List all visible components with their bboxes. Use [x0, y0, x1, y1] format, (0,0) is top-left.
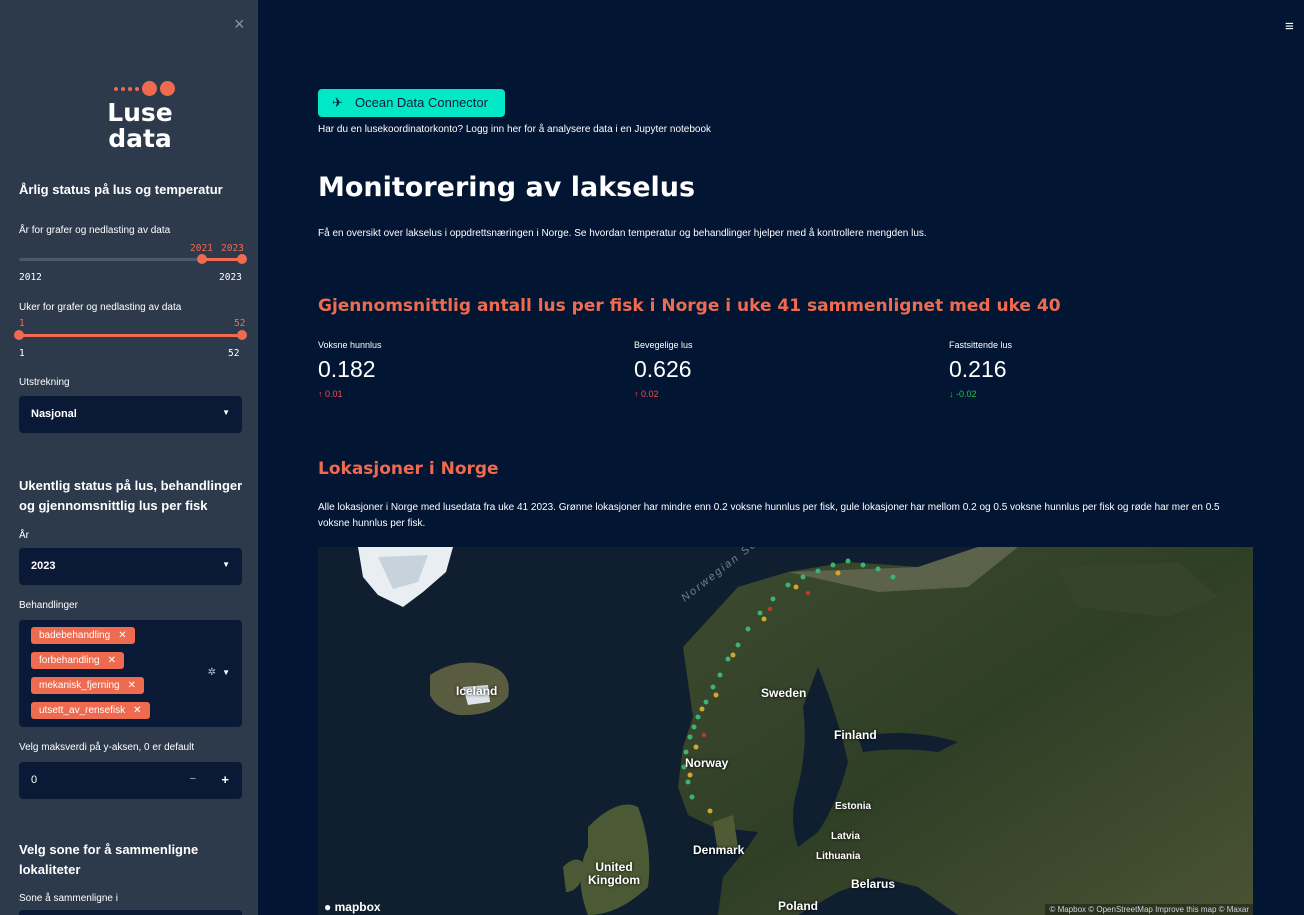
- map-label-sweden: Sweden: [761, 686, 807, 700]
- clear-all-icon[interactable]: ✲: [208, 667, 216, 678]
- zone-select[interactable]: [19, 910, 242, 915]
- map-label-united-kingdom: United Kingdom: [588, 860, 640, 887]
- year-slider-min: 2012: [19, 272, 42, 283]
- metric-delta: ↑ 0.02: [634, 389, 659, 399]
- y-axis-max-value: 0: [31, 774, 38, 786]
- metric-label: Bevegelige lus: [634, 340, 693, 350]
- zone-label: Sone å sammenligne i: [19, 893, 118, 904]
- section-weekly-heading: Ukentlig status på lus, behandlinger og …: [19, 478, 243, 513]
- map-label-estonia: Estonia: [835, 801, 872, 812]
- treatment-tag[interactable]: badebehandling ✕: [31, 627, 135, 644]
- map-attribution[interactable]: © Mapbox © OpenStreetMap Improve this ma…: [1045, 904, 1253, 915]
- satellite-icon: ✈: [332, 95, 343, 110]
- connector-button-label: Ocean Data Connector: [355, 95, 488, 110]
- week-slider-min: 1: [19, 348, 25, 359]
- increment-button[interactable]: +: [221, 772, 229, 787]
- metric-value: 0.182: [318, 356, 376, 382]
- remove-tag-icon[interactable]: ✕: [133, 705, 141, 716]
- chevron-down-icon: ▼: [222, 408, 230, 417]
- chevron-down-icon: ▼: [222, 560, 230, 569]
- ocean-data-connector-button[interactable]: ✈ Ocean Data Connector: [318, 89, 505, 117]
- decrement-button[interactable]: −: [190, 773, 196, 785]
- extent-select-value: Nasjonal: [31, 408, 77, 420]
- extent-select[interactable]: Nasjonal ▼: [19, 396, 242, 433]
- locations-map[interactable]: Norwegian Se Iceland Sweden Finland Norw…: [318, 547, 1253, 915]
- section-annual-heading: Årlig status på lus og temperatur: [19, 182, 223, 197]
- treatments-label: Behandlinger: [19, 600, 78, 611]
- mapbox-logo[interactable]: ● mapbox: [324, 900, 381, 914]
- week-slider-label: Uker for grafer og nedlasting av data: [19, 302, 182, 313]
- year-select[interactable]: 2023 ▼: [19, 548, 242, 585]
- year-slider-value-low: 2021: [190, 243, 213, 254]
- year-slider-handle-high[interactable]: [237, 254, 247, 264]
- map-label-latvia: Latvia: [831, 831, 860, 842]
- metric-adult-female: Voksne hunnlus 0.182 ↑ 0.01: [318, 340, 518, 399]
- logo-line1: Luse: [107, 98, 173, 127]
- metric-value: 0.626: [634, 356, 692, 382]
- year-slider-handle-low[interactable]: [197, 254, 207, 264]
- map-label-denmark: Denmark: [693, 843, 745, 857]
- year-slider-value-high: 2023: [221, 243, 244, 254]
- map-label-finland: Finland: [834, 728, 877, 742]
- metric-label: Fastsittende lus: [949, 340, 1013, 350]
- week-slider-handle-high[interactable]: [237, 330, 247, 340]
- week-slider-value-high: 52: [234, 318, 246, 329]
- week-slider-fill[interactable]: [19, 334, 242, 337]
- year-select-label: År: [19, 530, 29, 541]
- remove-tag-icon[interactable]: ✕: [108, 655, 116, 666]
- section-zone-heading: Velg sone for å sammenligne lokaliteter: [19, 842, 199, 877]
- login-text[interactable]: Har du en lusekoordinatorkonto? Logg inn…: [318, 124, 711, 135]
- locations-description: Alle lokasjoner i Norge med lusedata fra…: [318, 502, 1220, 529]
- extent-label: Utstrekning: [19, 377, 70, 388]
- locations-heading: Lokasjoner i Norge: [318, 459, 499, 479]
- map-terrain: [318, 547, 1253, 915]
- map-label-lithuania: Lithuania: [816, 851, 861, 862]
- metric-mobile: Bevegelige lus 0.626 ↑ 0.02: [634, 340, 834, 399]
- year-slider-label: År for grafer og nedlasting av data: [19, 225, 171, 236]
- logo-line2: data: [108, 124, 172, 153]
- remove-tag-icon[interactable]: ✕: [128, 680, 136, 691]
- avg-lice-heading: Gjennomsnittlig antall lus per fisk i No…: [318, 296, 1061, 316]
- treatments-multiselect[interactable]: badebehandling ✕ forbehandling ✕ mekanisk_…: [19, 620, 242, 727]
- intro-text: Få en oversikt over lakselus i oppdretts…: [318, 228, 927, 239]
- chevron-down-icon: ▼: [222, 668, 230, 677]
- metric-value: 0.216: [949, 356, 1007, 382]
- treatment-tag[interactable]: mekanisk_fjerning ✕: [31, 677, 144, 694]
- sidebar: × Luse data Årlig status på lus og tempe…: [0, 0, 258, 915]
- y-axis-max-input[interactable]: 0 − +: [19, 762, 242, 799]
- year-slider-fill: [202, 258, 242, 261]
- close-sidebar-icon[interactable]: ×: [234, 14, 245, 35]
- treatment-tag[interactable]: forbehandling ✕: [31, 652, 124, 669]
- hamburger-icon[interactable]: ≡: [1285, 18, 1294, 35]
- map-label-belarus: Belarus: [851, 877, 896, 891]
- week-slider-handle-low[interactable]: [14, 330, 24, 340]
- metric-delta: ↓ -0.02: [949, 389, 977, 399]
- year-slider-max: 2023: [219, 272, 242, 283]
- treatment-tag[interactable]: utsett_av_rensefisk ✕: [31, 702, 150, 719]
- metric-attached: Fastsittende lus 0.216 ↓ -0.02: [949, 340, 1149, 399]
- y-axis-max-label: Velg maksverdi på y-aksen, 0 er default: [19, 742, 195, 753]
- week-slider-value-low: 1: [19, 318, 25, 329]
- page-title: Monitorering av lakselus: [318, 172, 696, 203]
- map-label-poland: Poland: [778, 899, 819, 913]
- metric-delta: ↑ 0.01: [318, 389, 343, 399]
- metric-label: Voksne hunnlus: [318, 340, 382, 350]
- week-slider-max: 52: [228, 348, 240, 359]
- luse-data-logo: Luse data: [90, 78, 190, 152]
- logo-dots-icon: [90, 78, 190, 100]
- map-label-iceland: Iceland: [456, 684, 498, 698]
- map-label-norway: Norway: [685, 756, 729, 770]
- remove-tag-icon[interactable]: ✕: [118, 630, 126, 641]
- year-select-value: 2023: [31, 560, 56, 572]
